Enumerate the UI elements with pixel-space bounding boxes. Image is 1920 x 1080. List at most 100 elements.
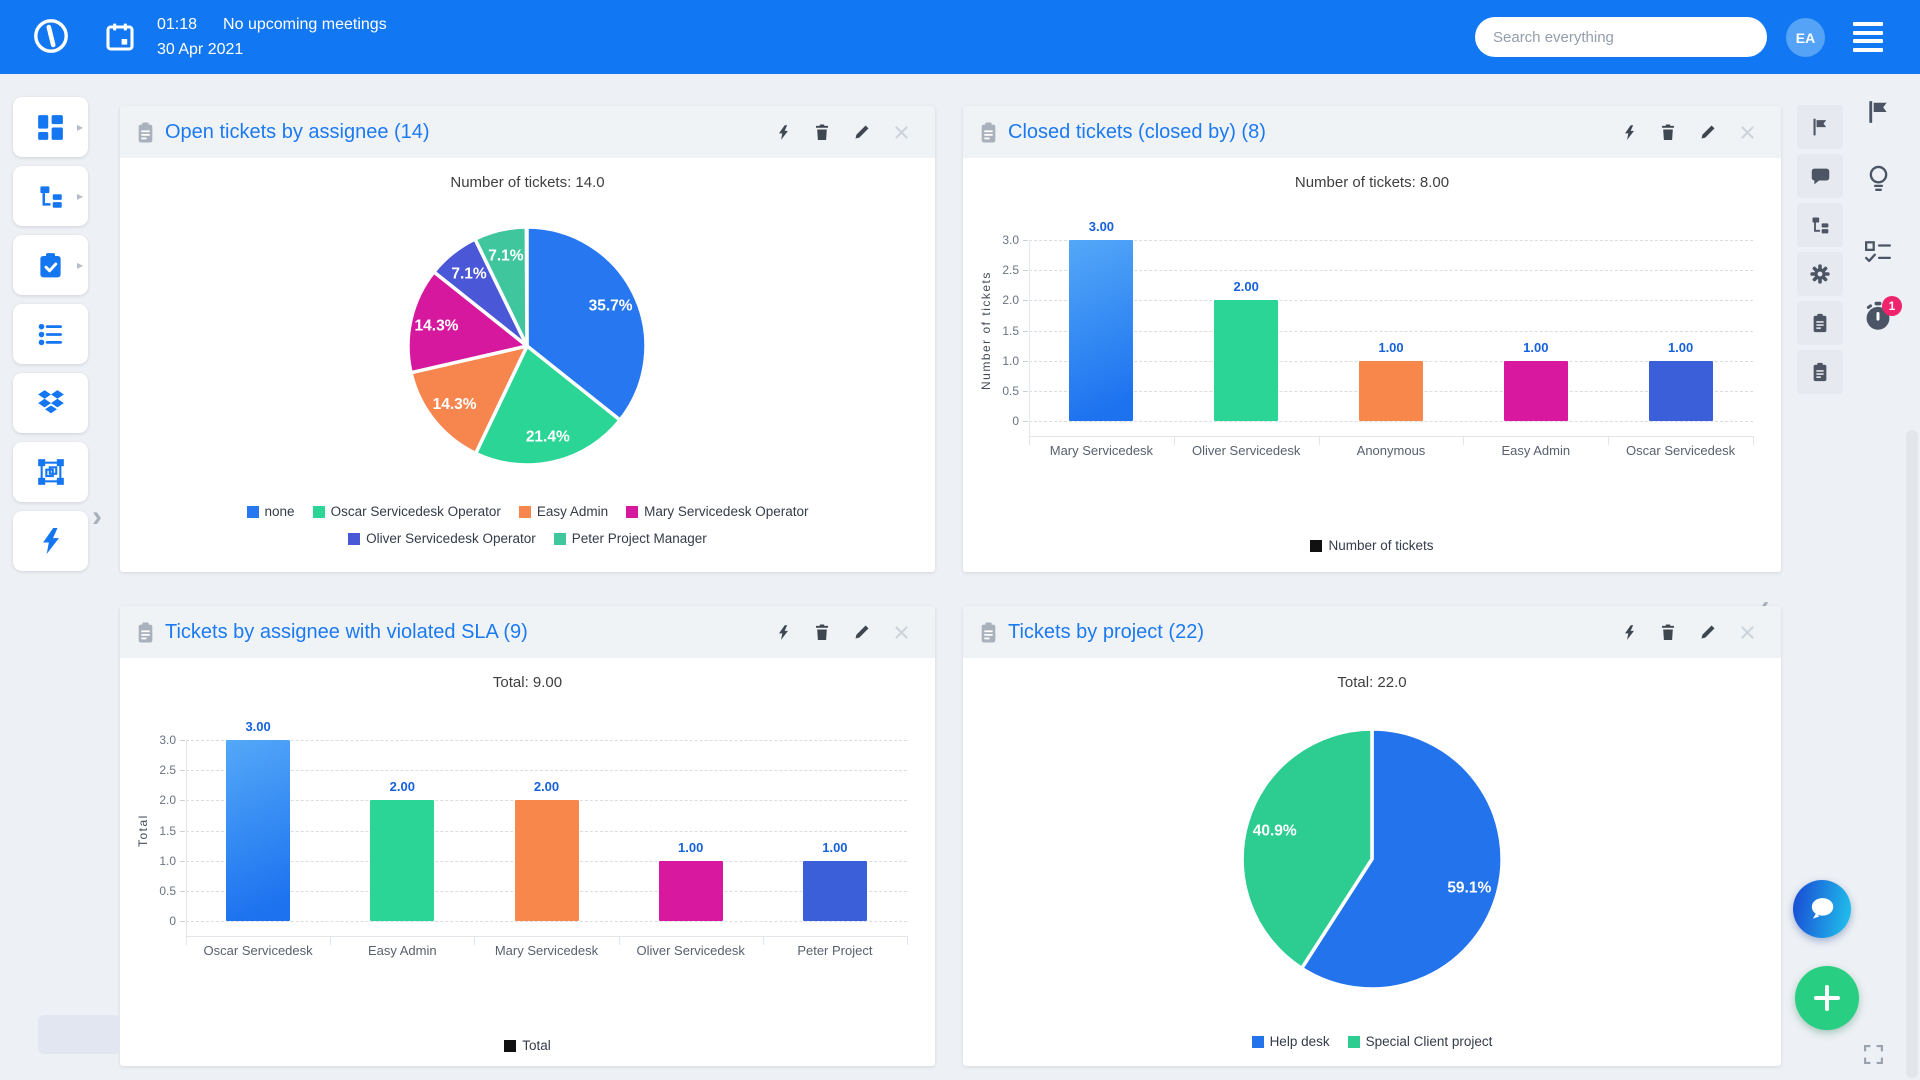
legend-swatch-icon — [519, 506, 531, 518]
chart-legend: Number of tickets — [1247, 538, 1497, 553]
notification-badge[interactable]: 1 — [1882, 296, 1902, 316]
submenu-chevron-icon: ▸ — [77, 189, 83, 203]
legend-item: Total — [504, 1038, 551, 1053]
x-category-label: Anonymous — [1319, 443, 1464, 458]
bar-value-label: 2.00 — [502, 779, 592, 794]
clipboard-icon — [136, 622, 155, 643]
x-category-label: Easy Admin — [330, 943, 474, 958]
y-tick-label: 1.5 — [142, 824, 176, 838]
submenu-chevron-icon: ▸ — [77, 120, 83, 134]
x-category-label: Mary Servicedesk — [474, 943, 618, 958]
delete-trash-icon[interactable] — [814, 624, 830, 641]
vertical-scrollbar[interactable] — [1906, 430, 1918, 1078]
current-date: 30 Apr 2021 — [157, 37, 387, 62]
chart-subtitle: Total: 22.0 — [963, 674, 1781, 691]
delete-trash-icon[interactable] — [1660, 624, 1676, 641]
hamburger-menu-icon[interactable] — [1853, 22, 1883, 52]
sidebar-item-dashboard[interactable]: ▸ — [13, 97, 88, 157]
x-category-label: Peter Project — [763, 943, 907, 958]
pie-percent-label: 21.4% — [526, 429, 570, 446]
bar[interactable] — [370, 800, 434, 921]
delete-trash-icon[interactable] — [814, 124, 830, 141]
x-category-label: Mary Servicedesk — [1029, 443, 1174, 458]
app-logo-icon[interactable] — [31, 16, 71, 61]
top-bar: 01:18No upcoming meetings 30 Apr 2021 EA — [0, 0, 1920, 74]
x-category-label: Oliver Servicedesk — [619, 943, 763, 958]
chart-legend: Total — [403, 1038, 653, 1053]
bar-value-label: 2.00 — [357, 779, 447, 794]
bar-value-label: 3.00 — [213, 719, 303, 734]
edit-pencil-icon[interactable] — [854, 124, 870, 140]
clipboard-icon — [979, 622, 998, 643]
toolbar-checklist[interactable] — [1862, 236, 1894, 268]
live-chat-button[interactable] — [1793, 880, 1851, 938]
widget-tickets-by-project: Tickets by project (22) Total: 22.0 59.1… — [963, 606, 1781, 1066]
edit-pencil-icon[interactable] — [1700, 624, 1716, 640]
sidebar-item-tasks[interactable]: ▸ — [13, 235, 88, 295]
dock-item-settings[interactable] — [1797, 252, 1843, 296]
bar[interactable] — [1069, 240, 1133, 421]
y-tick-label: 3.0 — [142, 733, 176, 747]
bar[interactable] — [659, 861, 723, 921]
dock-item-hierarchy[interactable] — [1797, 203, 1843, 247]
x-category-label: Oliver Servicedesk — [1174, 443, 1319, 458]
fullscreen-icon[interactable] — [1863, 1044, 1884, 1070]
sidebar-item-dropbox[interactable] — [13, 373, 88, 433]
bar[interactable] — [515, 800, 579, 921]
flag-icon — [1865, 99, 1891, 125]
sidebar-item-automation[interactable] — [13, 511, 88, 571]
dock-item-flag[interactable] — [1797, 105, 1843, 149]
edit-pencil-icon[interactable] — [1700, 124, 1716, 140]
chart-legend: Help deskSpecial Client project — [963, 1034, 1781, 1049]
add-new-button[interactable] — [1795, 966, 1859, 1030]
delete-trash-icon[interactable] — [1660, 124, 1676, 141]
widget-open-tickets-by-assignee: Open tickets by assignee (14) Number of … — [120, 106, 935, 572]
widget-violated-sla: Tickets by assignee with violated SLA (9… — [120, 606, 935, 1066]
bar[interactable] — [803, 861, 867, 921]
legend-swatch-icon — [1252, 1036, 1264, 1048]
widget-title: Tickets by assignee with violated SLA (9… — [165, 621, 777, 644]
calendar-icon[interactable] — [104, 21, 136, 58]
y-tick-label: 3.0 — [985, 233, 1019, 247]
close-icon[interactable] — [1740, 125, 1755, 140]
close-icon[interactable] — [1740, 625, 1755, 640]
bar[interactable] — [226, 740, 290, 921]
y-tick-label: 0 — [142, 914, 176, 928]
dock-item-report[interactable] — [1797, 350, 1843, 394]
bar[interactable] — [1214, 300, 1278, 421]
quick-action-bolt-icon[interactable] — [777, 124, 790, 141]
bolt-icon — [39, 528, 63, 554]
clock-time: 01:18 — [157, 16, 197, 33]
sidebar-expand-chevron-icon[interactable]: › — [92, 500, 102, 534]
pie-percent-label: 59.1% — [1447, 880, 1491, 897]
sidebar-item-list[interactable] — [13, 304, 88, 364]
legend-swatch-icon — [554, 533, 566, 545]
bar[interactable] — [1649, 361, 1713, 421]
frame-icon — [37, 458, 65, 486]
user-avatar[interactable]: EA — [1786, 18, 1825, 57]
dock-item-board[interactable] — [1797, 301, 1843, 345]
legend-swatch-icon — [1348, 1036, 1360, 1048]
quick-action-bolt-icon[interactable] — [777, 624, 790, 641]
toolbar-flag[interactable] — [1862, 96, 1894, 128]
close-icon[interactable] — [894, 125, 909, 140]
toolbar-ideas[interactable] — [1862, 162, 1894, 194]
y-tick-label: 2.0 — [985, 293, 1019, 307]
sidebar-item-canvas[interactable] — [13, 442, 88, 502]
quick-action-bolt-icon[interactable] — [1623, 124, 1636, 141]
close-icon[interactable] — [894, 625, 909, 640]
y-tick-label: 0.5 — [985, 384, 1019, 398]
dock-item-comments[interactable] — [1797, 154, 1843, 198]
quick-action-bolt-icon[interactable] — [1623, 624, 1636, 641]
legend-item: Easy Admin — [519, 504, 608, 519]
bar[interactable] — [1359, 361, 1423, 421]
bar-value-label: 1.00 — [1491, 340, 1581, 355]
edit-pencil-icon[interactable] — [854, 624, 870, 640]
dropbox-icon — [37, 390, 65, 416]
search-input[interactable] — [1475, 17, 1767, 57]
legend-item: Help desk — [1252, 1034, 1330, 1049]
widget-closed-tickets: Closed tickets (closed by) (8) Number of… — [963, 106, 1781, 572]
clipboard-check-icon — [37, 252, 64, 279]
bar[interactable] — [1504, 361, 1568, 421]
sidebar-item-hierarchy[interactable]: ▸ — [13, 166, 88, 226]
